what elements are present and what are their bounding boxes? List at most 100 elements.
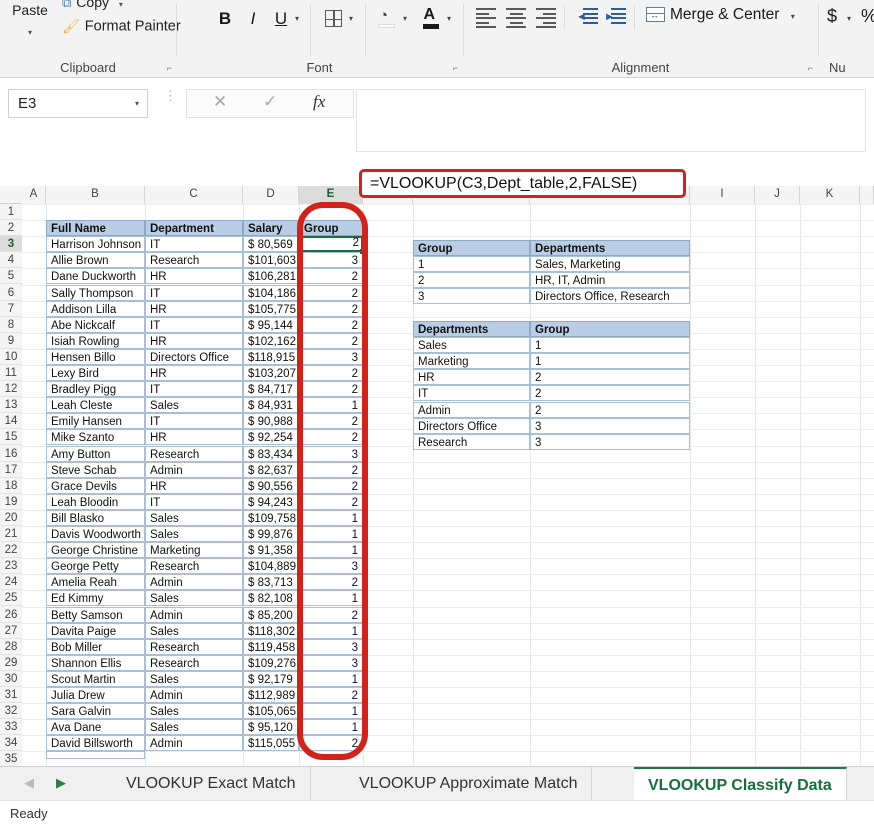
employee-group-cell[interactable]: 2 [299, 317, 363, 333]
dept-lookup-dept-cell[interactable]: Sales [413, 337, 530, 353]
copy-button[interactable]: ⧉Copy ▾ [62, 0, 123, 11]
alignment-dialog-launcher[interactable]: ⌐ [808, 63, 813, 73]
employee-salary-cell[interactable]: $ 83,713 [243, 574, 299, 590]
row-header-3[interactable]: 3 [0, 236, 22, 252]
dept-lookup-group-cell[interactable]: 1 [530, 337, 690, 353]
employee-name-cell[interactable]: David Billsworth [46, 735, 145, 751]
employee-name-cell[interactable]: Bob Miller [46, 639, 145, 655]
employee-name-cell[interactable]: Hensen Billo [46, 349, 145, 365]
row-header-17[interactable]: 17 [0, 462, 22, 478]
employee-dept-cell[interactable]: Sales [145, 623, 243, 639]
employee-name-cell[interactable]: Harrison Johnson [46, 236, 145, 252]
font-dialog-launcher[interactable]: ⌐ [453, 63, 458, 73]
employee-name-cell[interactable]: Lexy Bird [46, 365, 145, 381]
employee-group-cell[interactable]: 2 [299, 268, 363, 284]
employee-group-cell[interactable]: 3 [299, 655, 363, 671]
row-header-27[interactable]: 27 [0, 623, 22, 639]
employee-group-cell[interactable]: 3 [299, 349, 363, 365]
employee-dept-cell[interactable]: Sales [145, 671, 243, 687]
employee-group-cell[interactable]: 2 [299, 381, 363, 397]
employee-dept-cell[interactable]: Marketing [145, 542, 243, 558]
employee-salary-cell[interactable]: $ 99,876 [243, 526, 299, 542]
employee-salary-cell[interactable]: $ 92,179 [243, 671, 299, 687]
formula-input-area[interactable] [356, 89, 866, 152]
employee-name-cell[interactable]: Scout Martin [46, 671, 145, 687]
employee-name-cell[interactable]: Davis Woodworth [46, 526, 145, 542]
employee-group-cell[interactable]: 1 [299, 526, 363, 542]
group-legend-departments-cell[interactable]: Sales, Marketing [530, 256, 690, 272]
fill-color-caret-icon[interactable]: ▾ [403, 14, 407, 23]
dept-lookup-dept-cell[interactable]: IT [413, 385, 530, 401]
paste-caret-icon[interactable]: ▾ [6, 28, 54, 37]
column-header-j[interactable]: J [755, 186, 800, 204]
employee-salary-cell[interactable]: $ 90,988 [243, 413, 299, 429]
employee-group-cell[interactable]: 2 [299, 365, 363, 381]
row-header-31[interactable]: 31 [0, 687, 22, 703]
group-legend-departments-cell[interactable]: Directors Office, Research [530, 288, 690, 304]
employee-name-cell[interactable]: Julia Drew [46, 687, 145, 703]
employee-dept-cell[interactable]: Research [145, 639, 243, 655]
employee-group-cell[interactable]: 2 [299, 574, 363, 590]
employee-name-cell[interactable]: Sara Galvin [46, 703, 145, 719]
employee-group-cell[interactable]: 2 [299, 429, 363, 445]
employee-table-header-sal[interactable]: Salary [243, 220, 299, 236]
employee-salary-cell[interactable]: $115,055 [243, 735, 299, 751]
borders-caret-icon[interactable]: ▾ [349, 14, 353, 23]
employee-salary-cell[interactable]: $ 82,108 [243, 590, 299, 606]
column-header-c[interactable]: C [145, 186, 243, 204]
column-header-b[interactable]: B [46, 186, 145, 204]
employee-group-cell[interactable]: 2 [299, 285, 363, 301]
column-header-e[interactable]: E [299, 186, 363, 204]
borders-button[interactable] [323, 6, 343, 32]
employee-name-cell[interactable]: Shannon Ellis [46, 655, 145, 671]
employee-salary-cell[interactable]: $112,989 [243, 687, 299, 703]
row-header-30[interactable]: 30 [0, 671, 22, 687]
employee-table-header-grp[interactable]: Group [299, 220, 363, 236]
underline-caret-icon[interactable]: ▾ [295, 14, 299, 23]
dept-lookup-header-group[interactable]: Group [530, 321, 690, 337]
row-header-21[interactable]: 21 [0, 526, 22, 542]
percent-format-button[interactable]: % [861, 6, 874, 27]
formula-input[interactable]: =VLOOKUP(C3,Dept_table,2,FALSE) [359, 169, 686, 198]
employee-table-header-dept[interactable]: Department [145, 220, 243, 236]
dept-lookup-group-cell[interactable]: 1 [530, 353, 690, 369]
row-header-26[interactable]: 26 [0, 607, 22, 623]
employee-salary-cell[interactable]: $ 92,254 [243, 429, 299, 445]
employee-name-cell[interactable]: Addison Lilla [46, 301, 145, 317]
employee-name-cell[interactable]: Ava Dane [46, 719, 145, 735]
underline-button[interactable]: U [271, 6, 291, 32]
employee-group-cell[interactable]: 2 [299, 301, 363, 317]
group-legend-group-cell[interactable]: 2 [413, 272, 530, 288]
row-header-10[interactable]: 10 [0, 349, 22, 365]
merge-caret-icon[interactable]: ▾ [791, 12, 795, 21]
column-header-partial[interactable] [860, 186, 874, 204]
dept-lookup-group-cell[interactable]: 3 [530, 418, 690, 434]
currency-caret-icon[interactable]: ▾ [847, 14, 851, 23]
employee-dept-cell[interactable]: HR [145, 301, 243, 317]
employee-name-cell[interactable]: Sally Thompson [46, 285, 145, 301]
row-header-13[interactable]: 13 [0, 397, 22, 413]
employee-salary-cell[interactable]: $105,065 [243, 703, 299, 719]
dept-lookup-dept-cell[interactable]: Admin [413, 402, 530, 418]
employee-group-cell[interactable]: 1 [299, 671, 363, 687]
row-header-12[interactable]: 12 [0, 381, 22, 397]
employee-name-cell[interactable]: Emily Hansen [46, 413, 145, 429]
employee-salary-cell[interactable]: $104,889 [243, 558, 299, 574]
cancel-formula-icon[interactable]: ✕ [213, 92, 227, 112]
row-header-24[interactable]: 24 [0, 574, 22, 590]
employee-dept-cell[interactable]: Admin [145, 607, 243, 623]
employee-dept-cell[interactable]: Research [145, 655, 243, 671]
employee-group-cell[interactable]: 2 [299, 687, 363, 703]
employee-salary-cell[interactable]: $ 84,717 [243, 381, 299, 397]
bold-button[interactable]: B [215, 6, 235, 32]
decrease-indent-button[interactable]: ◄ [576, 8, 598, 26]
employee-dept-cell[interactable]: IT [145, 236, 243, 252]
group-legend-departments-cell[interactable]: HR, IT, Admin [530, 272, 690, 288]
employee-name-cell[interactable]: Bill Blasko [46, 510, 145, 526]
employee-salary-cell[interactable]: $ 83,434 [243, 446, 299, 462]
dept-lookup-dept-cell[interactable]: Directors Office [413, 418, 530, 434]
employee-salary-cell[interactable]: $ 85,200 [243, 607, 299, 623]
employee-group-cell[interactable]: 1 [299, 542, 363, 558]
employee-dept-cell[interactable]: Admin [145, 462, 243, 478]
confirm-formula-icon[interactable]: ✓ [263, 92, 277, 112]
